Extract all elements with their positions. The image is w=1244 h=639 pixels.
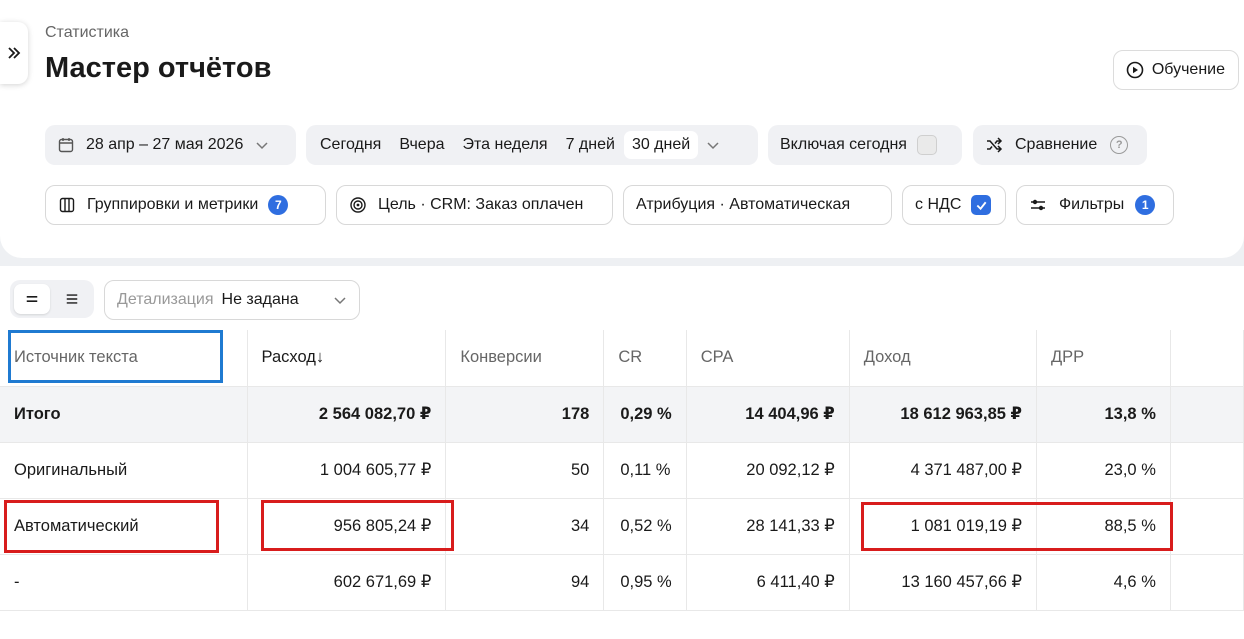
column-header-spend[interactable]: Расход↓ [247,330,447,387]
chevron-down-icon [334,297,346,305]
list-rows-icon [66,294,78,304]
comparison-button[interactable]: Сравнение ? [973,125,1147,165]
sliders-icon [1031,199,1045,211]
include-today-label: Включая сегодня [780,136,907,153]
table-row: Автоматический 956 805,24 ₽ 34 0,52 % 28… [0,498,1244,555]
period-7-days[interactable]: 7 дней [557,136,624,154]
row-source: - [0,554,248,611]
page-title: Мастер отчётов [45,52,272,84]
column-header-cr[interactable]: CR [603,330,687,387]
column-header-cpa[interactable]: CPA [686,330,850,387]
period-this-week[interactable]: Эта неделя [454,136,557,154]
detail-select[interactable]: Детализация Не задана [104,280,360,320]
attribution-selector[interactable]: Атрибуция · Автоматическая [623,185,892,225]
row-source: Оригинальный [0,442,248,499]
column-header-spacer [1170,330,1244,387]
row-spacer [1170,554,1244,611]
row-spend: 956 805,24 ₽ [247,498,447,555]
detail-value: Не задана [221,291,299,308]
checkmark-icon [976,201,987,210]
filters-count-badge: 1 [1135,195,1156,215]
comparison-label: Сравнение [1015,136,1098,153]
report-table-card: Детализация Не задана Источник текста Ра… [0,266,1244,639]
row-cpa: 28 141,33 ₽ [686,498,850,555]
include-today-checkbox[interactable] [916,135,937,155]
row-cr: 0,95 % [603,554,687,611]
learn-label: Обучение [1151,61,1225,78]
row-conversions: 50 [445,442,605,499]
compact-view-button[interactable] [14,284,50,314]
include-today-toggle[interactable]: Включая сегодня [768,125,962,165]
row-conversions: 94 [445,554,605,611]
calendar-icon [58,138,74,153]
groupings-label: Группировки и метрики [87,196,259,213]
table-row: Оригинальный 1 004 605,77 ₽ 50 0,11 % 20… [0,442,1244,499]
total-spend: 2 564 082,70 ₽ [247,386,447,443]
learn-button[interactable]: Обучение [1112,50,1239,90]
columns-icon [59,197,75,213]
table-row: - 602 671,69 ₽ 94 0,95 % 6 411,40 ₽ 13 1… [0,554,1244,611]
row-source: Автоматический [0,498,248,555]
help-icon[interactable]: ? [1110,136,1129,154]
total-revenue: 18 612 963,85 ₽ [849,386,1038,443]
expand-sidebar-button[interactable] [0,22,28,84]
table-total-row: Итого 2 564 082,70 ₽ 178 0,29 % 14 404,9… [0,386,1244,443]
date-range-picker[interactable]: 28 апр – 27 мая 2026 [45,125,296,165]
row-spacer [1170,442,1244,499]
total-cpa: 14 404,96 ₽ [686,386,850,443]
breadcrumb[interactable]: Статистика [45,24,129,42]
row-spacer [1170,498,1244,555]
goal-label: Цель · CRM: Заказ оплачен [378,196,584,213]
column-header-source[interactable]: Источник текста [0,330,248,387]
row-cr: 0,52 % [603,498,687,555]
vat-toggle[interactable]: с НДС [902,185,1006,225]
date-range-value: 28 апр – 27 мая 2026 [86,136,244,153]
total-drr: 13,8 % [1036,386,1171,443]
row-cr: 0,11 % [603,442,687,499]
total-spacer [1170,386,1244,443]
row-drr: 4,6 % [1036,554,1171,611]
double-chevron-right-icon [8,47,21,59]
groupings-metrics-button[interactable]: Группировки и метрики 7 [45,185,326,225]
row-drr: 23,0 % [1036,442,1171,499]
groupings-count-badge: 7 [268,195,289,215]
table-header-row: Источник текста Расход↓ Конверсии CR CPA… [0,330,1244,387]
target-icon [350,197,366,213]
row-cpa: 6 411,40 ₽ [686,554,850,611]
row-conversions: 34 [445,498,605,555]
column-header-conversions[interactable]: Конверсии [445,330,605,387]
row-cpa: 20 092,12 ₽ [686,442,850,499]
row-revenue: 4 371 487,00 ₽ [849,442,1038,499]
period-today[interactable]: Сегодня [311,136,390,154]
detail-label: Детализация [117,291,214,308]
attribution-label: Атрибуция · Автоматическая [636,196,851,213]
total-cr: 0,29 % [603,386,687,443]
chevron-down-icon [256,142,268,150]
play-circle-icon [1126,61,1144,79]
vat-label: с НДС [915,196,962,213]
row-drr: 88,5 % [1036,498,1171,555]
goal-selector[interactable]: Цель · CRM: Заказ оплачен [336,185,613,225]
period-selector: Сегодня Вчера Эта неделя 7 дней 30 дней [306,125,758,165]
header-card: Статистика Мастер отчётов Обучение 28 ап… [0,0,1244,258]
column-header-drr[interactable]: ДРР [1036,330,1171,387]
row-spend: 1 004 605,77 ₽ [247,442,447,499]
chevron-down-icon[interactable] [706,138,720,152]
total-conversions: 178 [445,386,605,443]
compact-rows-icon [26,296,38,302]
expanded-view-button[interactable] [54,284,90,314]
filters-button[interactable]: Фильтры 1 [1016,185,1174,225]
total-label: Итого [0,386,248,443]
row-revenue: 13 160 457,66 ₽ [849,554,1038,611]
period-30-days[interactable]: 30 дней [623,131,699,159]
report-table: Источник текста Расход↓ Конверсии CR CPA… [0,330,1244,611]
row-revenue: 1 081 019,19 ₽ [849,498,1038,555]
vat-checkbox[interactable] [971,195,992,215]
filters-label: Фильтры [1059,196,1125,213]
shuffle-icon [987,137,1003,153]
view-mode-toggle [10,280,94,318]
row-spend: 602 671,69 ₽ [247,554,447,611]
column-header-revenue[interactable]: Доход [849,330,1038,387]
period-yesterday[interactable]: Вчера [390,136,453,154]
